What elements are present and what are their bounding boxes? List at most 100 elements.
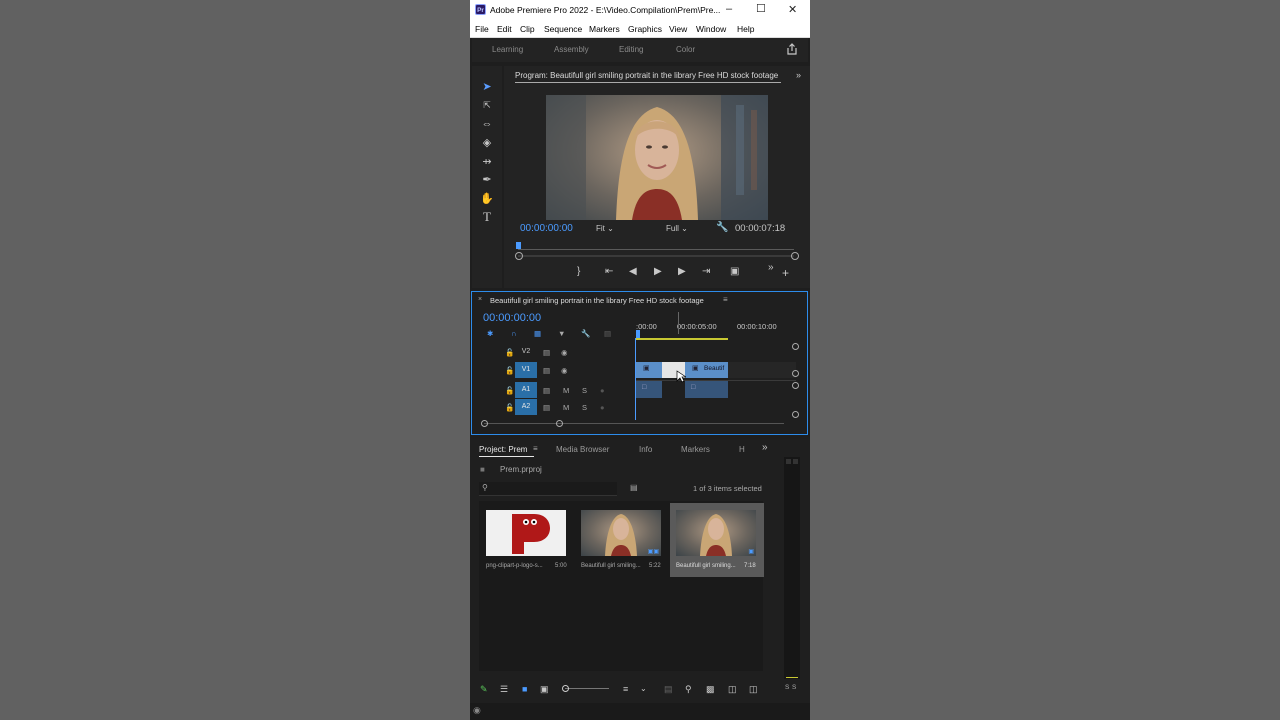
- eye-icon[interactable]: ◉: [561, 348, 568, 357]
- thumbnail-video-2[interactable]: ▣: [676, 510, 756, 556]
- thumbnail-video-1[interactable]: ▣▣: [581, 510, 661, 556]
- mark-out-icon[interactable]: }: [577, 266, 580, 277]
- nest-icon[interactable]: ▦: [534, 329, 541, 338]
- sync-lock-icon[interactable]: ▤: [543, 348, 550, 357]
- step-forward-icon[interactable]: ▶: [678, 266, 686, 277]
- program-timecode[interactable]: 00:00:00:00: [520, 223, 573, 234]
- lock-icon[interactable]: 🔓: [505, 403, 514, 412]
- write-protect-icon[interactable]: ✎: [480, 684, 488, 695]
- track-a1-label[interactable]: A1: [515, 382, 537, 398]
- new-bin-from-search-icon[interactable]: ▤: [630, 483, 638, 492]
- razor-tool-icon[interactable]: ◈: [479, 136, 495, 150]
- captions-icon[interactable]: ▤: [604, 329, 611, 338]
- export-frame-icon[interactable]: ▣: [730, 266, 739, 277]
- freeform-view-icon[interactable]: ▣: [540, 684, 549, 695]
- timeline-settings-icon[interactable]: 🔧: [581, 329, 590, 338]
- meter-solo-right[interactable]: S: [792, 684, 796, 691]
- zoom-handle-right[interactable]: [791, 252, 799, 260]
- go-to-in-icon[interactable]: ⇤: [605, 266, 613, 277]
- find-icon[interactable]: ⚲: [685, 684, 692, 695]
- zoom-handle-left[interactable]: [515, 252, 523, 260]
- track-a2-label[interactable]: A2: [515, 399, 537, 415]
- solo-button[interactable]: S: [582, 386, 587, 395]
- menu-edit[interactable]: Edit: [497, 24, 512, 34]
- track-select-tool-icon[interactable]: ⇱: [479, 98, 495, 112]
- tab-media-browser[interactable]: Media Browser: [556, 445, 609, 454]
- menu-file[interactable]: File: [475, 24, 489, 34]
- icon-view-icon[interactable]: ■: [522, 684, 527, 694]
- tab-info[interactable]: Info: [639, 445, 652, 454]
- playhead-handle[interactable]: [636, 330, 640, 338]
- slip-tool-icon[interactable]: ⇸: [479, 155, 495, 169]
- workspace-learning[interactable]: Learning: [492, 45, 523, 54]
- v-zoom-handle[interactable]: [792, 343, 799, 350]
- sync-lock-icon[interactable]: ▤: [543, 403, 550, 412]
- tab-history[interactable]: H: [739, 445, 745, 454]
- microphone-icon[interactable]: ●: [600, 386, 605, 395]
- snap-icon[interactable]: ✱: [487, 329, 493, 338]
- menu-clip[interactable]: Clip: [520, 24, 535, 34]
- tab-project[interactable]: Project: Prem: [479, 445, 527, 454]
- maximize-icon[interactable]: ☐: [756, 2, 766, 15]
- step-back-icon[interactable]: ◀: [629, 266, 637, 277]
- timeline-timecode[interactable]: 00:00:00:00: [483, 312, 541, 324]
- lock-icon[interactable]: 🔓: [505, 348, 514, 357]
- timeline-scroll-start[interactable]: [481, 420, 488, 427]
- close-sequence-icon[interactable]: ×: [478, 296, 482, 303]
- thumbnail-logo[interactable]: [486, 510, 566, 556]
- project-search-input[interactable]: ⚲: [479, 482, 617, 496]
- video-clip-1[interactable]: ▣: [636, 362, 662, 378]
- work-area-bar[interactable]: [636, 338, 728, 340]
- pen-tool-icon[interactable]: ✒: [479, 173, 495, 187]
- a-zoom-handle[interactable]: [792, 382, 799, 389]
- sequence-tab[interactable]: Beautifull girl smiling portrait in the …: [490, 296, 704, 305]
- menu-markers[interactable]: Markers: [589, 24, 620, 34]
- settings-wrench-icon[interactable]: 🔧: [716, 222, 728, 233]
- microphone-icon[interactable]: ●: [600, 403, 605, 412]
- playhead-indicator[interactable]: [516, 242, 521, 249]
- sort-icon[interactable]: ≡: [623, 684, 628, 694]
- go-to-out-icon[interactable]: ⇥: [702, 266, 710, 277]
- track-v1-label[interactable]: V1: [515, 362, 537, 378]
- trash-icon[interactable]: ◫: [749, 684, 758, 695]
- menu-sequence[interactable]: Sequence: [544, 24, 582, 34]
- linked-selection-icon[interactable]: ∩: [511, 329, 516, 338]
- video-clip-2[interactable]: ▣ Beautif: [685, 362, 728, 378]
- menu-graphics[interactable]: Graphics: [628, 24, 662, 34]
- hand-tool-icon[interactable]: ✋: [479, 192, 495, 206]
- mute-button[interactable]: M: [563, 403, 569, 412]
- track-v2-label[interactable]: V2: [515, 344, 537, 360]
- type-tool-icon[interactable]: T: [479, 210, 495, 224]
- panel-overflow-icon[interactable]: »: [796, 70, 801, 80]
- new-bin-icon[interactable]: ▩: [706, 684, 715, 695]
- meter-solo-left[interactable]: S: [785, 684, 789, 691]
- workspace-assembly[interactable]: Assembly: [554, 45, 589, 54]
- lock-icon[interactable]: 🔓: [505, 386, 514, 395]
- mute-button[interactable]: M: [563, 386, 569, 395]
- status-eye-icon[interactable]: ◉: [473, 705, 481, 716]
- project-menu-icon[interactable]: ≡: [533, 444, 538, 453]
- solo-button[interactable]: S: [582, 403, 587, 412]
- menu-view[interactable]: View: [669, 24, 687, 34]
- tabs-overflow-icon[interactable]: »: [762, 442, 768, 453]
- v-zoom-handle[interactable]: [792, 370, 799, 377]
- resolution-dropdown[interactable]: Full ⌄: [666, 224, 688, 233]
- zoom-scrollbar[interactable]: [518, 255, 794, 257]
- workspace-editing[interactable]: Editing: [619, 45, 643, 54]
- eye-icon[interactable]: ◉: [561, 366, 568, 375]
- sync-lock-icon[interactable]: ▤: [543, 386, 550, 395]
- workspace-color[interactable]: Color: [676, 45, 695, 54]
- ripple-edit-tool-icon[interactable]: ⇔: [479, 117, 495, 131]
- menu-window[interactable]: Window: [696, 24, 726, 34]
- program-monitor-tab[interactable]: Program: Beautifull girl smiling portrai…: [515, 71, 778, 80]
- fit-dropdown[interactable]: Fit ⌄: [596, 224, 614, 233]
- sync-lock-icon[interactable]: ▤: [543, 366, 550, 375]
- tab-markers[interactable]: Markers: [681, 445, 710, 454]
- sort-dropdown-icon[interactable]: ⌄: [640, 684, 647, 693]
- zoom-slider[interactable]: [565, 688, 609, 689]
- sequence-menu-icon[interactable]: ≡: [723, 295, 728, 304]
- lock-icon[interactable]: 🔓: [505, 366, 514, 375]
- zoom-slider-handle[interactable]: [562, 685, 569, 692]
- minimize-icon[interactable]: –: [726, 3, 732, 15]
- close-icon[interactable]: ✕: [788, 3, 797, 16]
